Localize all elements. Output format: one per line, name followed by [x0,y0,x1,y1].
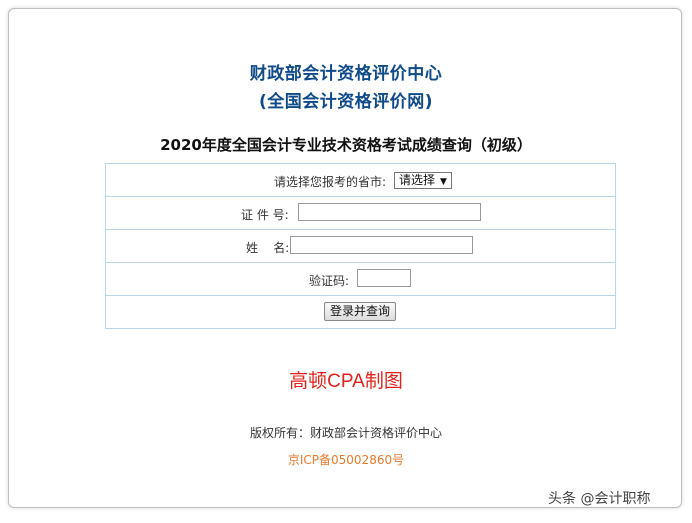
captcha-label: 验证码: [309,274,350,288]
query-form: 请选择您报考的省市: 请选择 ▼ 证 件 号: 姓 名: 验证码: 登录并查询 [105,163,616,329]
copyright-text: 版权所有：财政部会计资格评价中心 [249,426,442,440]
province-select-value: 请选择 [399,173,436,187]
captcha-row: 验证码: [106,263,615,296]
watermark-text: 高顿CPA制图 [289,371,403,392]
captcha-input[interactable] [357,269,411,287]
province-select[interactable]: 请选择 ▼ [394,172,452,189]
chevron-down-icon: ▼ [440,177,447,187]
name-row: 姓 名: [106,230,615,263]
page-title: 2020年度全国会计专业技术资格考试成绩查询（初级） [160,136,532,154]
name-label: 姓 名: [246,241,290,255]
org-title: 财政部会计资格评价中心 [249,64,443,84]
id-row: 证 件 号: [106,197,615,230]
site-subtitle: (全国会计资格评价网) [258,92,434,112]
province-row: 请选择您报考的省市: 请选择 ▼ [106,164,615,197]
id-label: 证 件 号: [241,208,289,222]
id-number-input[interactable] [298,203,481,221]
province-label: 请选择您报考的省市: [274,175,387,189]
submit-row: 登录并查询 [106,296,615,329]
name-input[interactable] [290,236,473,254]
icp-link[interactable]: 京ICP备05002860号 [9,451,683,468]
login-query-button[interactable]: 登录并查询 [324,302,396,321]
page-frame: 财政部会计资格评价中心 (全国会计资格评价网) 2020年度全国会计专业技术资格… [8,8,682,508]
source-tag: 头条 @会计职称 [548,491,651,507]
